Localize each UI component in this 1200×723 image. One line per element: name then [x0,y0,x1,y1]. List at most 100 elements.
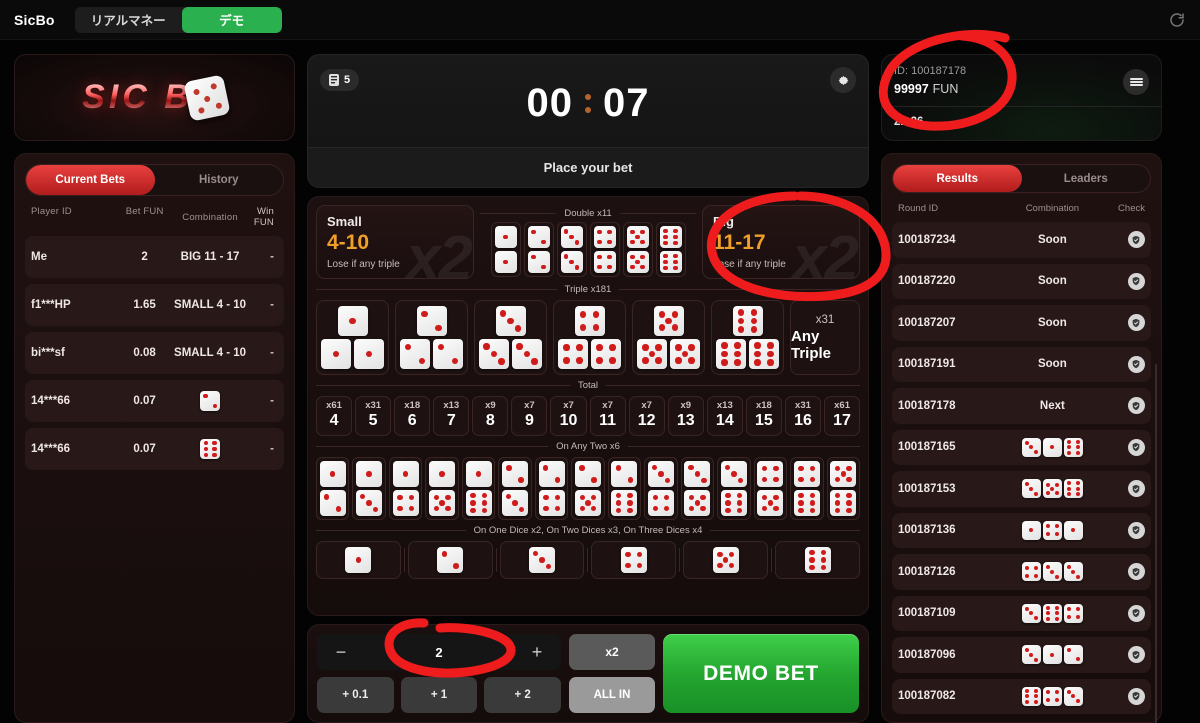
results-tabs[interactable]: Results Leaders [892,164,1151,194]
table-row[interactable]: Me 2 BIG 11 - 17 - [25,236,284,278]
bet-amount-value[interactable]: 2 [435,645,442,660]
shield-check-icon[interactable] [1127,604,1145,622]
table-row[interactable]: 100187207 Soon [892,305,1151,341]
bet-total-8[interactable]: x9 8 [472,396,509,436]
table-row[interactable]: 100187153 [892,471,1151,507]
bet-pair-3-6[interactable] [717,457,751,520]
bet-total-5[interactable]: x31 5 [355,396,392,436]
bet-double-2[interactable] [523,222,554,277]
decrease-bet-button[interactable]: − [331,642,351,663]
bet-triple-2[interactable] [395,300,468,375]
table-row[interactable]: bi***sf 0.08 SMALL 4 - 10 - [25,332,284,374]
increase-bet-button[interactable]: + [527,642,547,663]
bet-pair-1-4[interactable] [388,457,423,520]
bet-triple-5[interactable] [632,300,705,375]
bet-total-15[interactable]: x18 15 [745,396,782,436]
bet-pair-1-5[interactable] [425,457,459,520]
bet-triple-4[interactable] [553,300,626,375]
bet-single-3[interactable] [499,541,585,579]
quick-add-button[interactable]: + 2 [484,677,562,713]
bet-pair-1-3[interactable] [352,457,386,520]
bet-big[interactable]: Big 11-17 Lose if any triple x2 [702,205,860,279]
bets-tabs[interactable]: Current Bets History [25,164,284,196]
shield-check-icon[interactable] [1127,272,1145,290]
bet-total-9[interactable]: x7 9 [511,396,548,436]
bet-pair-3-4[interactable] [644,457,678,520]
shield-check-icon[interactable] [1127,687,1145,705]
quick-add-button[interactable]: + 0.1 [317,677,394,713]
bet-pair-4-6[interactable] [790,457,824,520]
shield-check-icon[interactable] [1127,231,1145,249]
gear-icon[interactable] [830,67,856,93]
table-row[interactable]: 100187109 [892,595,1151,632]
tab-leaders[interactable]: Leaders [1022,165,1151,192]
bet-pair-1-6[interactable] [461,457,496,520]
shield-check-icon[interactable] [1127,438,1145,456]
results-scrollbar[interactable] [1155,364,1157,723]
bet-amount-stepper[interactable]: − 2 + [317,634,561,670]
bet-pair-1-2[interactable] [316,457,350,520]
bet-triple-3[interactable] [474,300,547,375]
table-row[interactable]: 100187126 [892,554,1151,590]
table-row[interactable]: 100187165 [892,429,1151,466]
table-row[interactable]: 14***66 0.07 - [25,428,284,470]
hamburger-icon[interactable] [1123,69,1149,95]
bet-pair-5-6[interactable] [826,457,861,520]
shield-check-icon[interactable] [1127,480,1145,498]
bet-pair-2-5[interactable] [571,457,605,520]
table-row[interactable]: 100187082 [892,678,1151,714]
shield-check-icon[interactable] [1127,521,1145,539]
bet-single-2[interactable] [407,541,493,579]
shield-check-icon[interactable] [1127,563,1145,581]
bet-total-14[interactable]: x13 14 [706,396,743,436]
table-row[interactable]: 100187234 Soon [892,222,1151,258]
bet-single-5[interactable] [683,541,769,579]
bet-double-3[interactable] [556,222,587,277]
table-row[interactable]: 100187136 [892,512,1151,549]
mode-real-money[interactable]: リアルマネー [74,6,182,33]
demo-bet-button[interactable]: DEMO BET [663,634,859,713]
bet-double-4[interactable] [589,222,620,277]
bet-total-10[interactable]: x7 10 [550,396,587,436]
refresh-icon[interactable] [1168,11,1186,29]
tab-current-bets[interactable]: Current Bets [26,165,155,195]
bet-double-1[interactable] [490,222,521,277]
tab-results[interactable]: Results [893,165,1022,193]
bet-pair-2-4[interactable] [534,457,569,520]
bet-single-6[interactable] [775,541,860,579]
double-bet-button[interactable]: x2 [569,634,655,670]
bet-pair-2-3[interactable] [498,457,532,520]
tab-history[interactable]: History [155,165,284,195]
table-row[interactable]: 100187096 [892,637,1151,673]
bet-small[interactable]: Small 4-10 Lose if any triple x2 [316,205,474,279]
bet-single-4[interactable] [591,541,677,579]
shield-check-icon[interactable] [1127,355,1145,373]
bet-triple-6[interactable] [711,300,784,375]
all-in-button[interactable]: ALL IN [569,677,655,713]
table-row[interactable]: 100187178 Next [892,388,1151,424]
bet-triple-1[interactable] [316,300,389,375]
bet-single-1[interactable] [316,541,401,579]
bet-total-13[interactable]: x9 13 [667,396,704,436]
bet-total-6[interactable]: x18 6 [394,396,431,436]
shield-check-icon[interactable] [1127,397,1145,415]
table-row[interactable]: f1***HP 1.65 SMALL 4 - 10 - [25,284,284,326]
round-chip[interactable]: 5 [320,69,360,91]
bet-double-6[interactable] [655,222,686,277]
bet-total-17[interactable]: x61 17 [824,396,861,436]
table-row[interactable]: 14***66 0.07 - [25,380,284,422]
bet-pair-4-5[interactable] [753,457,788,520]
bet-total-4[interactable]: x61 4 [316,396,353,436]
shield-check-icon[interactable] [1127,646,1145,664]
table-row[interactable]: 100187220 Soon [892,263,1151,300]
bet-pair-3-5[interactable] [680,457,715,520]
table-row[interactable]: 100187191 Soon [892,346,1151,383]
bet-pair-2-6[interactable] [607,457,642,520]
shield-check-icon[interactable] [1127,314,1145,332]
quick-add-button[interactable]: + 1 [400,677,478,713]
bet-double-5[interactable] [622,222,653,277]
mode-demo[interactable]: デモ [181,6,282,33]
bet-total-11[interactable]: x7 11 [589,396,626,436]
mode-switch[interactable]: リアルマネー デモ [74,6,282,33]
bet-any-triple[interactable]: x31 Any Triple [790,300,860,375]
